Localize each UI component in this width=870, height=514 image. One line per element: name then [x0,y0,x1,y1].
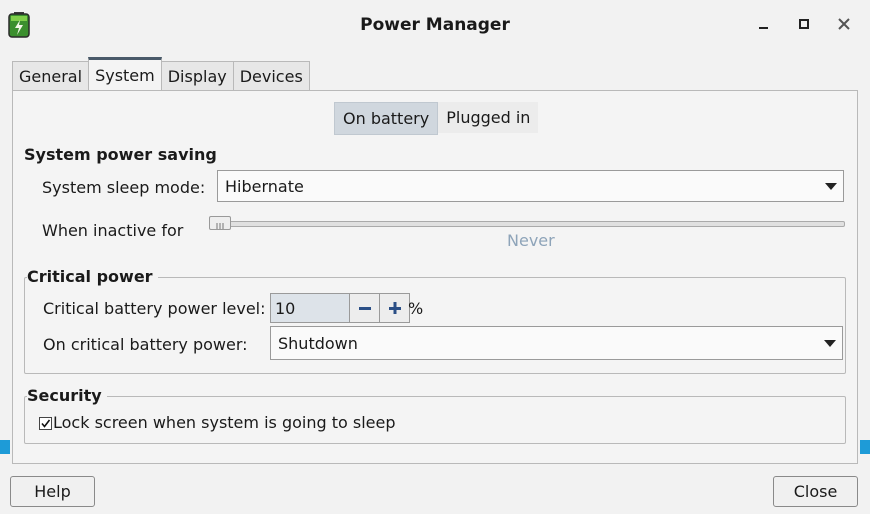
close-icon [838,18,850,30]
chevron-down-icon [825,183,837,190]
sleep-mode-label: System sleep mode: [42,178,206,197]
tab-display[interactable]: Display [160,61,234,90]
on-battery-toggle[interactable]: On battery [334,102,439,135]
inactive-label: When inactive for [42,221,184,240]
close-button[interactable]: Close [773,476,858,507]
maximize-button[interactable] [794,14,814,34]
system-power-saving-heading: System power saving [24,145,217,164]
inactive-slider-track[interactable] [209,221,845,227]
window-title: Power Manager [360,15,510,35]
inactive-value: Never [507,231,555,250]
critical-level-label: Critical battery power level: [43,299,266,318]
plus-icon [388,302,401,314]
inactive-slider-handle[interactable] [209,216,231,230]
minus-icon [358,307,371,310]
tab-bar: General System Display Devices [12,57,310,90]
plugged-in-toggle[interactable]: Plugged in [438,102,539,133]
security-heading: Security [27,386,107,405]
checkmark-icon [41,419,51,428]
tab-general[interactable]: General [12,61,90,90]
close-window-button[interactable] [834,14,854,34]
critical-action-value: Shutdown [278,333,358,353]
sleep-mode-dropdown[interactable]: Hibernate [217,170,844,202]
tab-label: General [19,66,83,86]
critical-power-heading: Critical power [27,267,158,286]
increment-button[interactable] [379,294,409,322]
minimize-button[interactable] [754,14,774,34]
lock-screen-label[interactable]: Lock screen when system is going to slee… [53,413,395,432]
critical-action-dropdown[interactable]: Shutdown [270,326,843,360]
title-bar[interactable]: Power Manager [0,0,870,50]
critical-level-input[interactable]: 10 [271,294,349,322]
grip-icon [216,223,224,229]
power-source-toggle: On battery Plugged in [334,102,539,135]
tab-label: Display [167,66,227,86]
critical-level-stepper[interactable]: 10 [270,293,410,323]
help-button[interactable]: Help [10,476,95,507]
tab-label: Devices [239,66,303,86]
critical-action-label: On critical battery power: [43,335,248,354]
chevron-down-icon [824,340,836,347]
tab-system[interactable]: System [88,57,162,90]
lock-screen-checkbox[interactable] [39,417,52,430]
decrement-button[interactable] [349,294,379,322]
system-tab-panel: On battery Plugged in System power savin… [12,90,858,464]
minimize-icon [759,27,768,29]
maximize-icon [799,19,809,29]
tab-devices[interactable]: Devices [232,61,310,90]
background-window-strip-left [0,440,10,454]
sleep-mode-value: Hibernate [225,176,304,196]
critical-level-unit: % [408,299,424,318]
tab-label: System [95,65,155,85]
background-window-strip-right [860,440,870,454]
